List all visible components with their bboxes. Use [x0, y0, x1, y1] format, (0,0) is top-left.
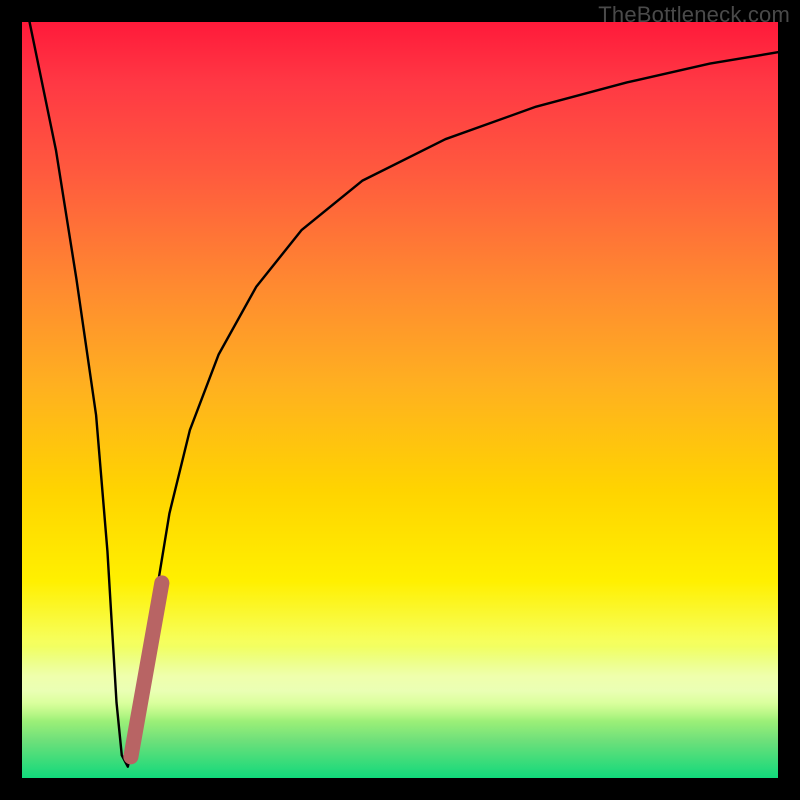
pale-yellow-band [22, 646, 778, 722]
curve-layer [22, 22, 778, 778]
chart-container: TheBottleneck.com [0, 0, 800, 800]
accent-segment [131, 583, 162, 757]
bottleneck-curve [30, 22, 778, 767]
plot-area [22, 22, 778, 778]
